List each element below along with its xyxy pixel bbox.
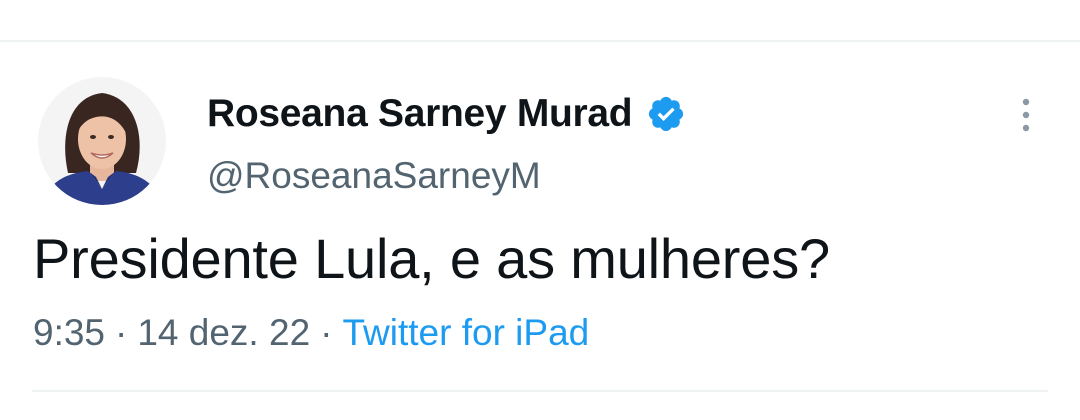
meta-separator: · [115,312,128,353]
tweet-time[interactable]: 9:35 [33,312,105,354]
author-line: Roseana Sarney Murad [207,92,686,136]
tweet-date[interactable]: 14 dez. 22 [137,312,310,354]
tweet-text: Presidente Lula, e as mulheres? [33,227,830,290]
meta-separator: · [320,312,333,353]
author-handle[interactable]: @RoseanaSarneyM [207,155,541,197]
bottom-divider [32,390,1048,392]
verified-badge-icon [646,94,686,134]
avatar[interactable] [38,77,166,205]
more-options-vertical-icon[interactable] [1010,96,1042,136]
tweet-meta: 9:35 · 14 dez. 22 · Twitter for iPad [33,312,589,354]
display-name[interactable]: Roseana Sarney Murad [207,92,633,136]
avatar-image [38,77,166,205]
top-divider [0,40,1080,42]
tweet-source-link[interactable]: Twitter for iPad [342,312,589,354]
